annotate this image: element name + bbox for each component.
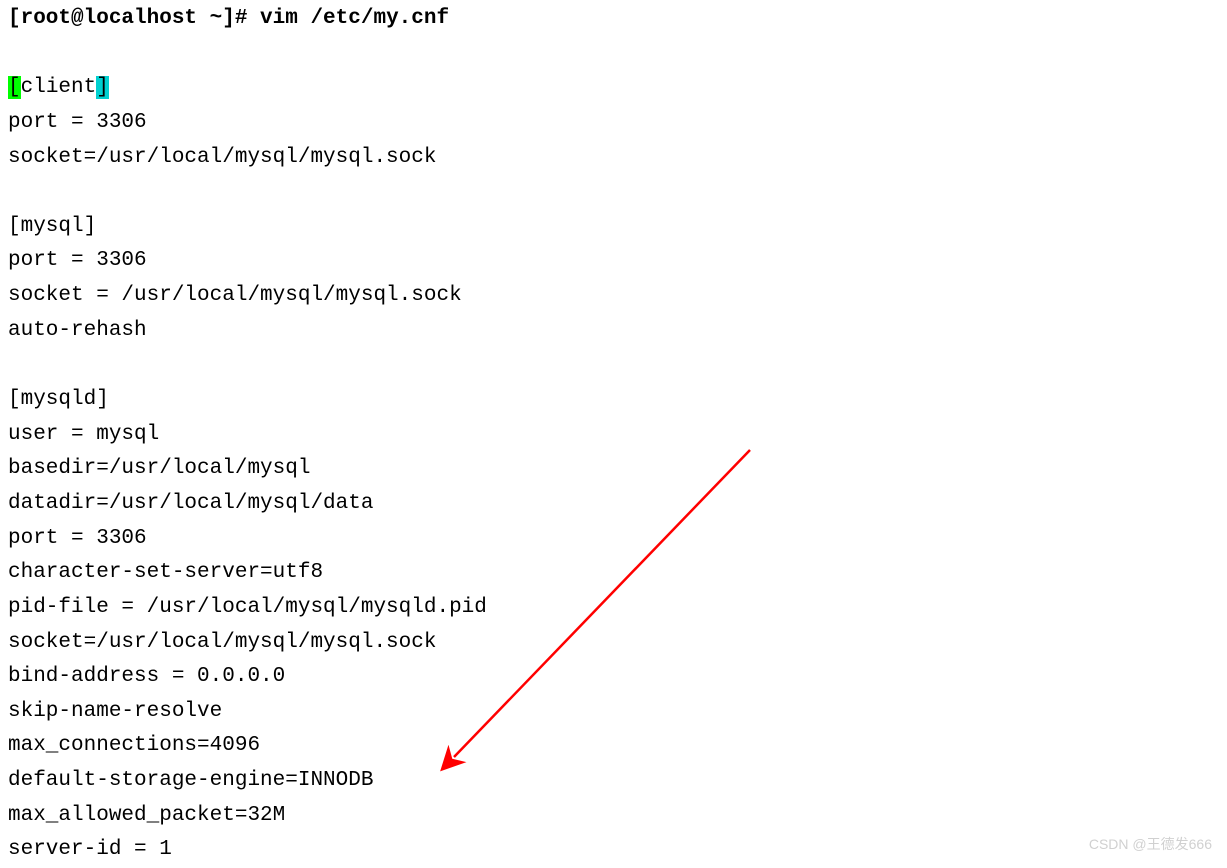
config-line: default-storage-engine=INNODB	[8, 764, 1219, 799]
config-line: server-id = 1	[8, 833, 1219, 868]
watermark-text: CSDN @王德发666	[1089, 833, 1212, 856]
config-line: socket=/usr/local/mysql/mysql.sock	[8, 141, 1219, 176]
config-line: socket = /usr/local/mysql/mysql.sock	[8, 279, 1219, 314]
section-mysql-header: [mysql]	[8, 210, 1219, 245]
config-line: port = 3306	[8, 106, 1219, 141]
section-client-header: [client]	[8, 71, 1219, 106]
bracket-open: [	[8, 76, 21, 99]
config-line: user = mysql	[8, 418, 1219, 453]
config-line: skip-name-resolve	[8, 695, 1219, 730]
config-line: max_connections=4096	[8, 729, 1219, 764]
config-line: pid-file = /usr/local/mysql/mysqld.pid	[8, 591, 1219, 626]
config-line: auto-rehash	[8, 314, 1219, 349]
config-line: datadir=/usr/local/mysql/data	[8, 487, 1219, 522]
blank-line	[8, 348, 1219, 383]
config-line: port = 3306	[8, 522, 1219, 557]
config-line: character-set-server=utf8	[8, 556, 1219, 591]
config-line: max_allowed_packet=32M	[8, 799, 1219, 834]
bracket-close: ]	[96, 76, 109, 99]
config-line: port = 3306	[8, 244, 1219, 279]
prompt-line: [root@localhost ~]# vim /etc/my.cnf	[8, 2, 1219, 37]
section-name: client	[21, 76, 97, 99]
shell-prompt: [root@localhost ~]#	[8, 7, 260, 30]
config-line: bind-address = 0.0.0.0	[8, 660, 1219, 695]
blank-line	[8, 175, 1219, 210]
section-mysqld-header: [mysqld]	[8, 383, 1219, 418]
config-line: socket=/usr/local/mysql/mysql.sock	[8, 626, 1219, 661]
config-line: basedir=/usr/local/mysql	[8, 452, 1219, 487]
blank-line	[8, 37, 1219, 72]
shell-command: vim /etc/my.cnf	[260, 7, 449, 30]
